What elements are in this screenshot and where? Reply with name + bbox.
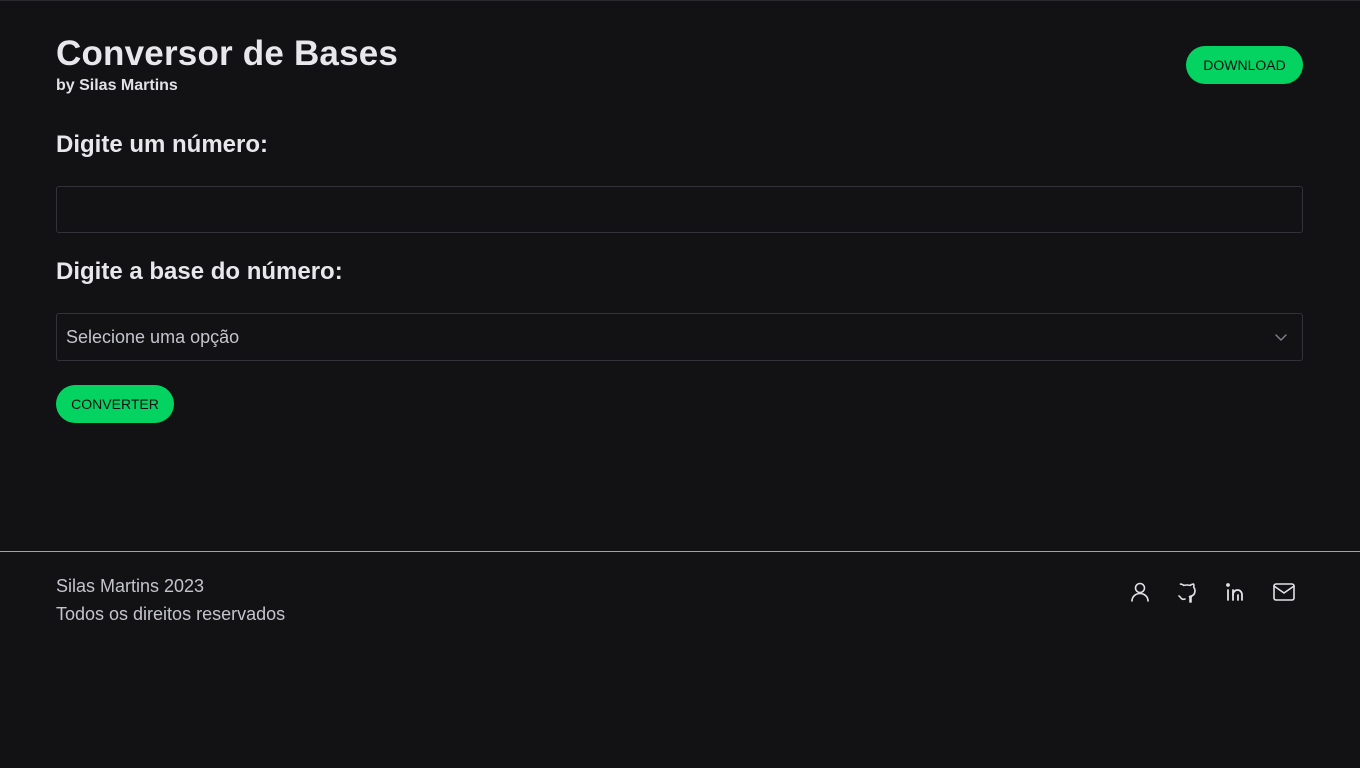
linkedin-icon[interactable] bbox=[1224, 580, 1248, 604]
convert-button[interactable]: CONVERTER bbox=[56, 385, 174, 423]
footer: Silas Martins 2023 Todos os direitos res… bbox=[0, 551, 1360, 768]
user-icon[interactable] bbox=[1128, 580, 1152, 604]
number-label: Digite um número: bbox=[56, 131, 269, 158]
base-label: Digite a base do número: bbox=[56, 258, 343, 285]
number-input[interactable] bbox=[56, 186, 1303, 233]
chevron-down-icon bbox=[1274, 330, 1288, 349]
footer-rights: Todos os direitos reservados bbox=[56, 604, 286, 624]
download-button[interactable]: DOWNLOAD bbox=[1186, 46, 1303, 84]
page-title: Conversor de Bases bbox=[56, 34, 399, 73]
base-select[interactable]: Selecione uma opção bbox=[56, 313, 1303, 361]
footer-copyright: Silas Martins 2023 bbox=[56, 576, 205, 596]
header: Conversor de Bases by Silas Martins DOWN… bbox=[56, 35, 1303, 95]
github-icon[interactable] bbox=[1176, 580, 1200, 604]
page: Conversor de Bases by Silas Martins DOWN… bbox=[0, 0, 1360, 768]
footer-text: Silas Martins 2023 Todos os direitos res… bbox=[56, 572, 285, 628]
social-links bbox=[1128, 580, 1296, 604]
page-subtitle: by Silas Martins bbox=[56, 77, 178, 94]
mail-icon[interactable] bbox=[1272, 580, 1296, 604]
base-select-value: Selecione uma opção bbox=[66, 326, 240, 347]
